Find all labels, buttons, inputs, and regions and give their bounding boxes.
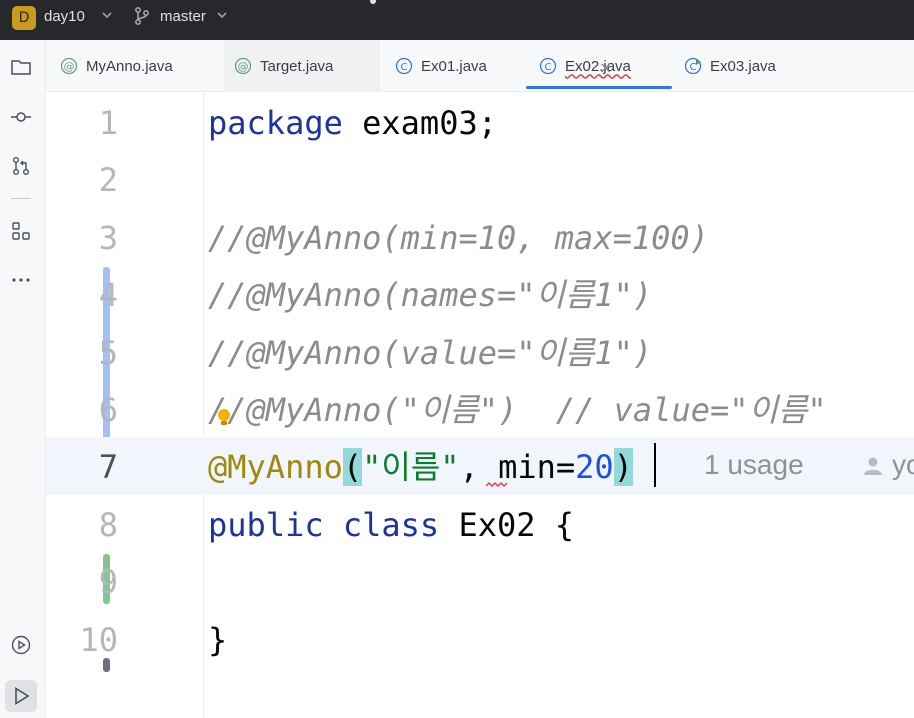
keyword-token: package [208, 104, 343, 142]
code-token: exam03; [342, 104, 497, 142]
line-number: 8 [98, 506, 118, 544]
line-number: 10 [79, 621, 118, 659]
commit-icon[interactable] [7, 103, 35, 131]
line-number: 1 [98, 104, 118, 142]
close-icon[interactable]: × [599, 58, 612, 77]
line-number: 5 [98, 334, 118, 372]
git-branch-icon[interactable] [134, 6, 150, 26]
user-icon [864, 457, 882, 475]
matched-paren: ( [342, 448, 363, 486]
line-number: 9 [98, 563, 118, 601]
line-number: 6 [98, 391, 118, 429]
matched-paren: ) [613, 448, 633, 486]
chevron-down-icon[interactable] [216, 10, 228, 23]
line-number: 4 [98, 276, 118, 314]
tab-myanno[interactable]: @ MyAnno.java [60, 40, 220, 92]
annotation-icon: @ [234, 57, 252, 75]
project-badge[interactable]: D [12, 6, 36, 30]
lightbulb-icon[interactable] [215, 406, 233, 430]
annotation-token: @MyAnno [208, 448, 343, 486]
annotation-icon: @ [60, 57, 78, 75]
project-name[interactable]: day10 [44, 8, 85, 25]
code-line-4[interactable]: //@MyAnno(names="이름1") [208, 275, 652, 315]
code-token: , min= [459, 448, 576, 486]
tab-label: Target.java [260, 57, 334, 75]
text-caret [654, 443, 656, 487]
title-bar: D day10 master [0, 0, 914, 40]
tab-ex01[interactable]: C Ex01.java [395, 40, 535, 92]
string-token: "이름" [362, 448, 460, 486]
tab-label: MyAnno.java [86, 57, 173, 75]
tab-label: Ex02.java [565, 57, 631, 75]
class-icon: C [395, 57, 413, 75]
class-icon: C [539, 57, 557, 75]
folder-icon[interactable] [7, 53, 35, 81]
author-hint[interactable]: yo [892, 449, 914, 481]
services-icon[interactable] [7, 631, 35, 659]
active-tab-indicator [526, 86, 672, 89]
deleted-lines-marker[interactable] [103, 658, 110, 672]
code-line-7[interactable]: @MyAnno("이름", min=20) [208, 447, 633, 487]
line-number: 7 [98, 448, 118, 486]
line-number: 3 [98, 219, 118, 257]
branch-name[interactable]: master [160, 8, 206, 25]
code-line-8[interactable]: public class Ex02 { [208, 505, 574, 545]
more-icon[interactable] [7, 266, 35, 294]
tool-window-strip [0, 40, 46, 718]
run-icon[interactable] [5, 680, 37, 712]
code-line-1[interactable]: package exam03; [208, 103, 497, 143]
svg-text:C: C [545, 62, 552, 73]
number-token: 20 [575, 448, 614, 486]
tab-ex03[interactable]: C Ex03.java [684, 40, 834, 92]
svg-text:@: @ [64, 60, 75, 73]
pull-requests-icon[interactable] [7, 152, 35, 180]
runnable-class-icon: C [684, 57, 702, 75]
code-line-5[interactable]: //@MyAnno(value="이름1") [208, 333, 652, 373]
keyword-token: public [208, 506, 324, 544]
window-title-fragment [370, 0, 376, 4]
tab-label: Ex03.java [710, 57, 776, 75]
code-line-6[interactable]: //@MyAnno("이름") // value="이름" [208, 390, 827, 430]
code-line-3[interactable]: //@MyAnno(min=10, max=100) [208, 218, 709, 258]
code-line-10[interactable]: } [208, 620, 227, 660]
svg-text:C: C [690, 62, 697, 73]
keyword-token: class [342, 506, 440, 544]
tab-target[interactable]: @ Target.java [224, 40, 380, 92]
code-token: Ex02 { [439, 506, 575, 544]
tab-label: Ex01.java [421, 57, 487, 75]
svg-text:@: @ [238, 60, 249, 73]
tool-separator [11, 198, 31, 199]
editor-tabs: @ MyAnno.java @ Target.java C Ex01.java … [46, 40, 914, 92]
chevron-down-icon[interactable] [101, 10, 113, 23]
usages-hint[interactable]: 1 usage [704, 449, 804, 481]
line-number: 2 [98, 161, 118, 199]
structure-icon[interactable] [7, 217, 35, 245]
error-squiggle [486, 482, 508, 487]
svg-text:C: C [401, 62, 408, 73]
